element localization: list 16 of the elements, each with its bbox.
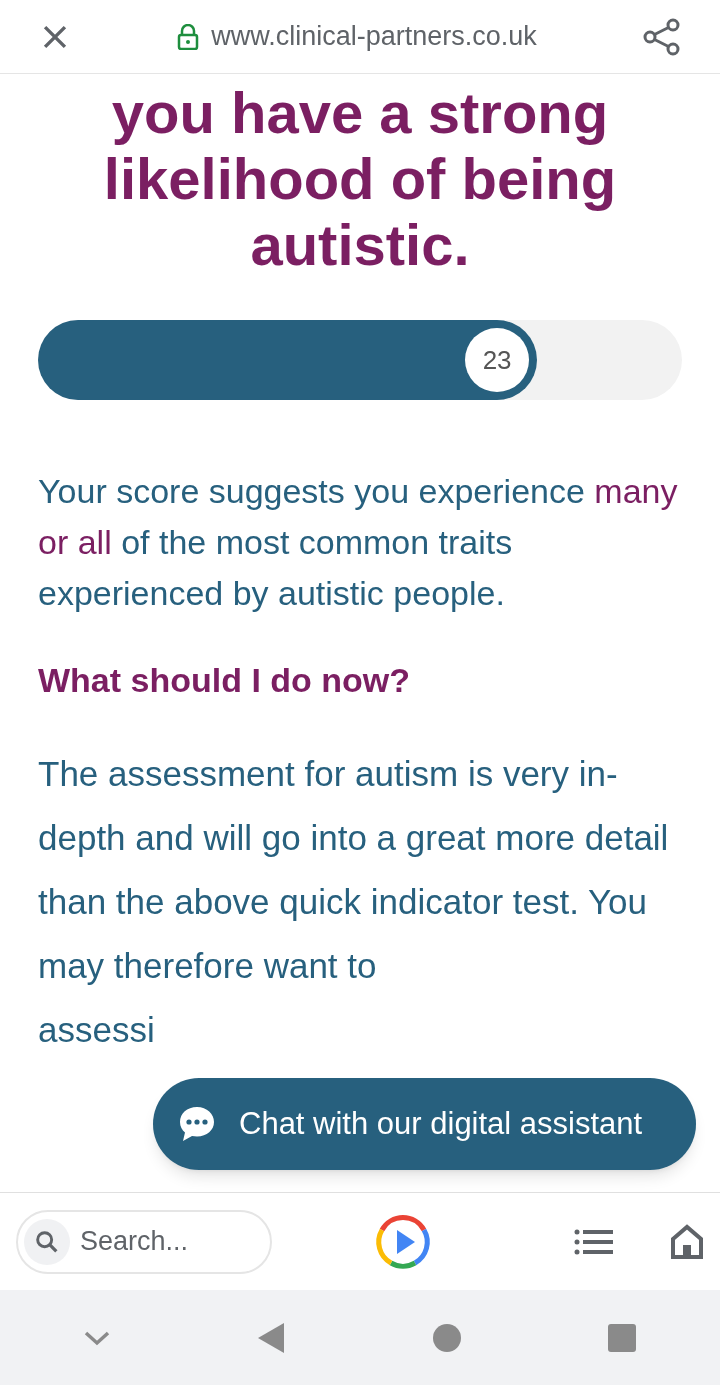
search-input[interactable]: Search... <box>80 1221 240 1262</box>
summary-text: Your score suggests you experience many or all of the most common traits experienced by autistic people. <box>38 471 679 614</box>
home-icon[interactable] <box>670 1223 704 1260</box>
share-icon[interactable] <box>642 16 682 57</box>
recents-icon[interactable] <box>607 1322 638 1353</box>
search-field[interactable]: Search... <box>16 1209 272 1274</box>
chat-button[interactable]: Chat with our digital assistant <box>153 1078 696 1170</box>
lock-icon <box>177 23 200 50</box>
result-heading: you have a strong likelihood of being autistic. <box>102 79 618 278</box>
back-icon[interactable] <box>256 1320 287 1355</box>
body-paragraph-cut: assessi <box>38 1009 156 1051</box>
home-circle-icon[interactable] <box>431 1322 462 1353</box>
list-icon[interactable] <box>574 1228 614 1255</box>
subheading: What should I do now? <box>38 660 412 701</box>
chat-bubble-icon <box>177 1104 217 1144</box>
url-text[interactable]: www.clinical-partners.co.uk <box>211 16 537 57</box>
